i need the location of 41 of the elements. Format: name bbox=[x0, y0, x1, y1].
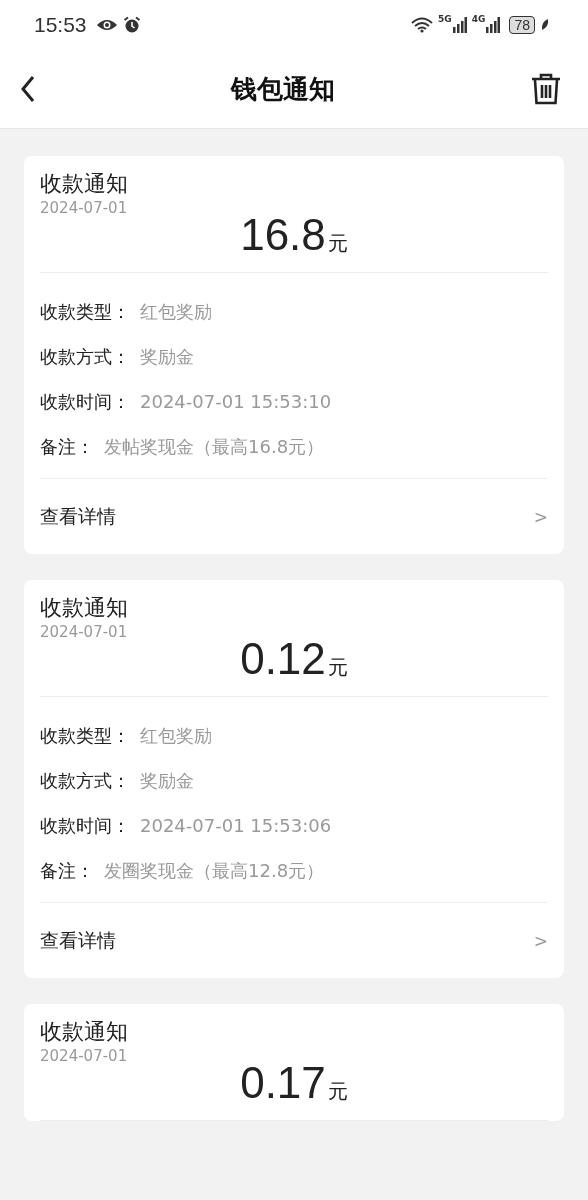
field-label: 收款方式： bbox=[40, 769, 130, 793]
field-label: 收款类型： bbox=[40, 300, 130, 324]
signal-icon bbox=[452, 17, 467, 33]
field-value: 红包奖励 bbox=[140, 300, 212, 324]
status-time: 15:53 bbox=[34, 13, 87, 37]
card-title: 收款通知 bbox=[40, 170, 129, 198]
page-title: 钱包通知 bbox=[231, 72, 335, 106]
currency-unit: 元 bbox=[327, 231, 348, 255]
amount: 0.17 bbox=[240, 1058, 326, 1107]
field-label: 收款方式： bbox=[40, 345, 130, 369]
field-value: 2024-07-01 15:53:06 bbox=[140, 814, 332, 838]
field-value: 红包奖励 bbox=[140, 724, 212, 748]
amount: 0.12 bbox=[240, 634, 326, 683]
currency-unit: 元 bbox=[327, 655, 348, 679]
field-label: 备注： bbox=[40, 435, 94, 459]
battery-indicator: 78 bbox=[509, 16, 535, 34]
view-details-link[interactable]: 查看详情 > bbox=[40, 479, 548, 554]
card-date: 2024-07-01 bbox=[40, 622, 129, 642]
field-label: 备注： bbox=[40, 859, 94, 883]
field-label: 收款时间： bbox=[40, 814, 130, 838]
field-value: 奖励金 bbox=[140, 345, 194, 369]
field-value: 奖励金 bbox=[140, 769, 194, 793]
view-details-link[interactable]: 查看详情 > bbox=[40, 903, 548, 978]
network-label: 4G bbox=[471, 14, 486, 24]
field-label: 收款时间： bbox=[40, 390, 130, 414]
signal-icon bbox=[486, 17, 501, 33]
card-date: 2024-07-01 bbox=[40, 198, 129, 218]
wifi-icon bbox=[411, 17, 434, 33]
card-title: 收款通知 bbox=[40, 594, 129, 622]
field-value: 发帖奖现金（最高16.8元） bbox=[104, 435, 325, 459]
amount: 16.8 bbox=[240, 210, 326, 259]
leaf-icon bbox=[540, 18, 550, 32]
network-label: 5G bbox=[438, 14, 452, 24]
field-value: 发圈奖现金（最高12.8元） bbox=[104, 859, 325, 883]
card-date: 2024-07-01 bbox=[40, 1046, 129, 1066]
eye-icon bbox=[95, 18, 118, 32]
alarm-icon bbox=[122, 16, 141, 34]
card-title: 收款通知 bbox=[40, 1018, 129, 1046]
field-value: 2024-07-01 15:53:10 bbox=[140, 390, 332, 414]
currency-unit: 元 bbox=[327, 1079, 348, 1103]
field-label: 收款类型： bbox=[40, 724, 130, 748]
